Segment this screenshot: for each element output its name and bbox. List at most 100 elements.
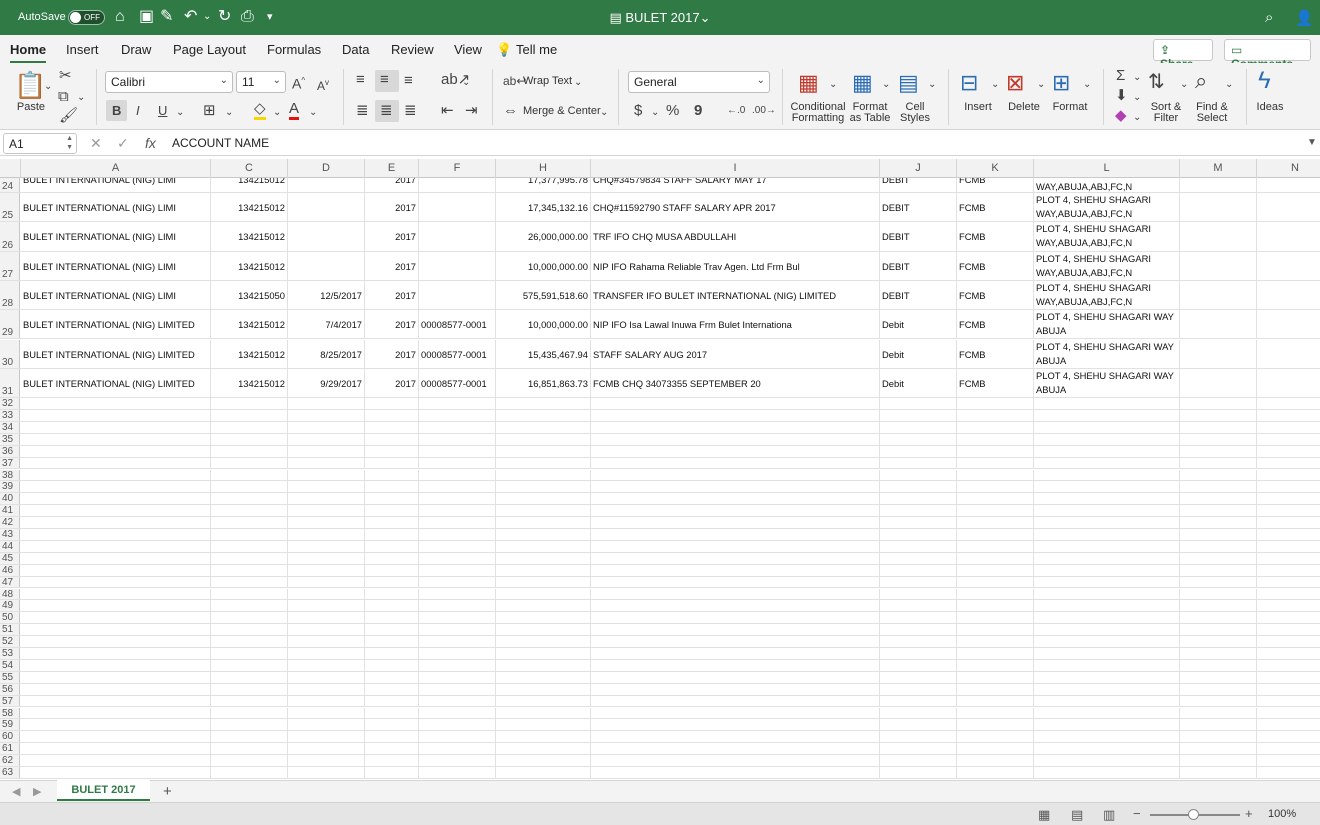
cell-a[interactable] [21,683,211,695]
row-header[interactable]: 36 [0,445,20,457]
cell-j[interactable]: DEBIT [880,280,957,310]
cell-k[interactable] [957,540,1034,552]
tab-draw[interactable]: Draw [121,42,151,57]
italic-button[interactable]: I [136,103,140,119]
cell-l[interactable] [1034,683,1180,695]
cell-styles-label-2[interactable]: Styles [898,113,932,124]
cell-k[interactable] [957,433,1034,445]
cell-h[interactable] [496,743,591,755]
cell-e[interactable] [365,719,419,731]
cell-j[interactable] [880,576,957,588]
account-icon[interactable]: 👤 [1295,9,1314,27]
row-header[interactable]: 61 [0,743,20,754]
row-header[interactable]: 42 [0,517,20,528]
cell-c[interactable] [211,529,288,540]
cell-l[interactable] [1034,493,1180,505]
cell-h[interactable]: 575,591,518.60 [496,280,591,310]
zoom-slider-thumb[interactable] [1188,809,1199,820]
cell-m[interactable] [1180,671,1257,683]
cell-c[interactable] [211,683,288,695]
cell-h[interactable] [496,612,591,624]
cell-j[interactable] [880,671,957,683]
cell-i[interactable] [591,671,880,683]
cell-j[interactable] [880,612,957,624]
cell-l[interactable] [1034,433,1180,445]
underline-dropdown-icon[interactable]: ⌄ [176,105,184,121]
row-header[interactable]: 31 [0,368,20,398]
cell-e[interactable] [365,493,419,505]
font-color-icon[interactable]: A [289,100,300,120]
cell-h[interactable] [496,505,591,517]
cell-m[interactable] [1180,433,1257,445]
cell-m[interactable] [1180,222,1257,251]
column-header-f[interactable]: F [419,159,496,178]
cell-n[interactable] [1257,708,1320,719]
insert-cells-label[interactable]: Insert [960,102,996,113]
cell-d[interactable] [288,743,365,755]
cell-j[interactable] [880,564,957,576]
cell-k[interactable] [957,457,1034,469]
cell-e[interactable]: 2017 [365,310,419,339]
cell-i[interactable] [591,648,880,659]
cell-f[interactable] [419,529,496,540]
cell-n[interactable] [1257,767,1320,778]
cell-d[interactable] [288,469,365,481]
decrease-font-size-icon[interactable]: Av [317,75,329,94]
cell-m[interactable] [1180,624,1257,636]
cell-n[interactable] [1257,446,1320,457]
cell-a[interactable] [21,421,211,433]
cell-n[interactable] [1257,340,1320,368]
cell-n[interactable] [1257,636,1320,647]
cell-l[interactable] [1034,671,1180,683]
conditional-formatting-label-2[interactable]: Formatting [787,113,849,124]
cell-c[interactable] [211,707,288,719]
paste-label[interactable]: Paste [16,102,46,113]
cell-n[interactable] [1257,505,1320,516]
format-as-table-icon[interactable]: ▦ [852,71,873,95]
cell-j[interactable] [880,398,957,409]
cell-d[interactable] [288,445,365,457]
cell-h[interactable] [496,636,591,647]
cell-l[interactable] [1034,481,1180,493]
conditional-dropdown-icon[interactable]: ⌄ [829,77,837,93]
cell-m[interactable] [1180,564,1257,576]
cell-k[interactable] [957,648,1034,659]
cell-i[interactable] [591,457,880,469]
cell-m[interactable] [1180,421,1257,433]
cell-i[interactable] [591,540,880,552]
row-header[interactable]: 63 [0,767,20,778]
cell-a[interactable] [21,540,211,552]
cell-n[interactable] [1257,178,1320,192]
cell-n[interactable] [1257,517,1320,528]
next-sheet-icon[interactable]: ▶ [33,785,41,798]
cell-l[interactable]: PLOT 4, SHEHU SHAGARI WAY,ABUJA,ABJ,FC,N [1034,222,1180,251]
cell-h[interactable] [496,564,591,576]
format-as-table-label-2[interactable]: as Table [848,113,892,124]
cell-h[interactable]: 10,000,000.00 [496,251,591,280]
cell-n[interactable] [1257,731,1320,742]
cell-k[interactable] [957,707,1034,719]
cell-j[interactable]: DEBIT [880,251,957,280]
cell-c[interactable] [211,481,288,493]
cell-k[interactable] [957,493,1034,505]
cell-i[interactable] [591,707,880,719]
cell-i[interactable]: TRANSFER IFO BULET INTERNATIONAL (NIG) L… [591,280,880,310]
cell-e[interactable]: 2017 [365,193,419,222]
percent-icon[interactable]: % [666,103,679,119]
cell-n[interactable] [1257,193,1320,221]
row-header[interactable]: 27 [0,251,20,280]
search-icon[interactable]: ⌕ [1265,9,1273,26]
row-header[interactable]: 25 [0,193,20,222]
cell-f[interactable]: 00008577-0001 [419,310,496,339]
cell-m[interactable] [1180,707,1257,719]
cell-i[interactable] [591,767,880,778]
cell-a[interactable] [21,529,211,540]
cell-j[interactable] [880,743,957,755]
normal-view-icon[interactable]: ▦ [1038,807,1050,823]
cell-k[interactable] [957,529,1034,540]
select-all-corner[interactable] [0,159,21,178]
cell-i[interactable]: FCMB CHQ 34073355 SEPTEMBER 20 [591,368,880,398]
cell-d[interactable] [288,624,365,636]
decrease-decimal-icon[interactable]: .00→ [752,103,776,119]
cell-a[interactable] [21,445,211,457]
